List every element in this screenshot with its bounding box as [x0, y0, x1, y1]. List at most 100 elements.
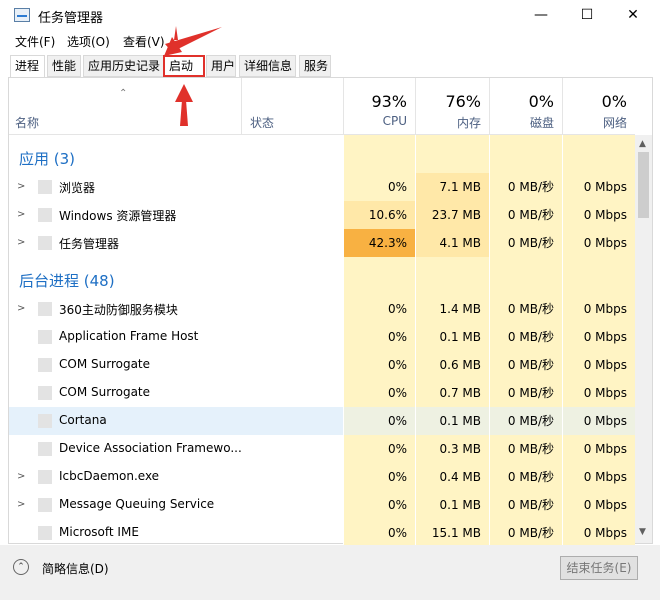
header-cpu[interactable]: 93% CPU [343, 78, 415, 134]
process-row[interactable]: Application Frame Host 0% 0.1 MB 0 MB/秒 … [9, 323, 635, 351]
cortana-icon [38, 414, 52, 428]
cpu-cell: 10.6% [343, 201, 415, 229]
chevron-right-icon[interactable]: > [17, 499, 25, 510]
menu-view[interactable]: 查看(V) [123, 33, 165, 50]
cpu-cell [343, 135, 415, 173]
maximize-button[interactable]: ☐ [564, 0, 610, 30]
footer-bar: ⌃ 简略信息(D) 结束任务(E) [0, 545, 660, 600]
process-name: Microsoft IME [59, 525, 139, 539]
table-header: ⌃ 名称 状态 93% CPU 76% 内存 0% 磁盘 0% 网络 [9, 78, 635, 135]
disk-cell: 0 MB/秒 [489, 379, 562, 407]
header-memory[interactable]: 76% 内存 [415, 78, 489, 134]
header-name[interactable]: ⌃ 名称 [9, 78, 241, 134]
process-row[interactable]: COM Surrogate 0% 0.6 MB 0 MB/秒 0 Mbps [9, 351, 635, 379]
cpu-total: 93% [371, 92, 407, 111]
memory-cell: 0.4 MB [415, 463, 489, 491]
process-row[interactable]: > Windows 资源管理器 10.6% 23.7 MB 0 MB/秒 0 M… [9, 201, 635, 229]
process-row[interactable]: > 360主动防御服务模块 0% 1.4 MB 0 MB/秒 0 Mbps [9, 295, 635, 323]
memory-cell: 7.1 MB [415, 173, 489, 201]
memory-cell: 23.7 MB [415, 201, 489, 229]
network-label: 网络 [602, 116, 627, 130]
close-button[interactable]: ✕ [610, 0, 656, 30]
end-task-button[interactable]: 结束任务(E) [560, 556, 638, 580]
process-row-selected[interactable]: Cortana 0% 0.1 MB 0 MB/秒 0 Mbps [9, 407, 635, 435]
process-name-area: > 浏览器 [9, 173, 343, 201]
process-name-area: Application Frame Host [9, 323, 343, 351]
disk-total: 0% [528, 92, 554, 111]
menu-options[interactable]: 选项(O) [67, 33, 110, 50]
tab-details[interactable]: 详细信息 [239, 55, 296, 77]
process-name: Message Queuing Service [59, 497, 215, 511]
title-bar: 任务管理器 — ☐ ✕ [0, 0, 660, 30]
memory-cell: 1.4 MB [415, 295, 489, 323]
tab-performance[interactable]: 性能 [47, 55, 81, 77]
disk-cell [489, 135, 562, 173]
window-title: 任务管理器 [38, 11, 104, 26]
process-row[interactable]: > 任务管理器 42.3% 4.1 MB 0 MB/秒 0 Mbps [9, 229, 635, 257]
scroll-up-icon[interactable]: ▲ [639, 139, 646, 149]
tab-processes[interactable]: 进程 [10, 55, 45, 78]
memory-cell: 0.7 MB [415, 379, 489, 407]
minimize-button[interactable]: — [518, 0, 564, 30]
chevron-right-icon[interactable]: > [17, 209, 25, 220]
cpu-cell: 0% [343, 379, 415, 407]
memory-label: 内存 [456, 116, 481, 130]
disk-cell: 0 MB/秒 [489, 173, 562, 201]
explorer-icon [38, 208, 52, 222]
disk-cell: 0 MB/秒 [489, 491, 562, 519]
network-cell: 0 Mbps [562, 491, 635, 519]
process-name-area: Microsoft IME [9, 519, 343, 545]
process-name-area: > Windows 资源管理器 [9, 201, 343, 229]
chevron-right-icon[interactable]: > [17, 471, 25, 482]
tab-app-history[interactable]: 应用历史记录 [83, 55, 165, 77]
disk-cell: 0 MB/秒 [489, 407, 562, 435]
network-cell: 0 Mbps [562, 201, 635, 229]
tab-services[interactable]: 服务 [299, 55, 331, 77]
cpu-cell: 42.3% [343, 229, 415, 257]
process-row[interactable]: Microsoft IME 0% 15.1 MB 0 MB/秒 0 Mbps [9, 519, 635, 545]
process-name: Application Frame Host [59, 329, 199, 343]
vertical-scrollbar[interactable]: ▲ ▼ [635, 135, 652, 543]
process-row[interactable]: COM Surrogate 0% 0.7 MB 0 MB/秒 0 Mbps [9, 379, 635, 407]
network-cell: 0 Mbps [562, 463, 635, 491]
task-manager-icon [38, 236, 52, 250]
chevron-right-icon[interactable]: > [17, 237, 25, 248]
tab-users[interactable]: 用户 [206, 55, 236, 77]
group-header-background[interactable]: 后台进程 (48) [9, 257, 635, 295]
process-row[interactable]: > IcbcDaemon.exe 0% 0.4 MB 0 MB/秒 0 Mbps [9, 463, 635, 491]
process-row[interactable]: Device Association Framewo... 0% 0.3 MB … [9, 435, 635, 463]
process-row[interactable]: > 浏览器 0% 7.1 MB 0 MB/秒 0 Mbps [9, 173, 635, 201]
app-window-icon [38, 470, 52, 484]
scroll-down-icon[interactable]: ▼ [639, 527, 646, 537]
task-manager-icon [14, 8, 30, 22]
network-cell: 0 Mbps [562, 173, 635, 201]
header-network[interactable]: 0% 网络 [562, 78, 635, 134]
process-row[interactable]: > Message Queuing Service 0% 0.1 MB 0 MB… [9, 491, 635, 519]
scrollbar-thumb[interactable] [638, 152, 649, 218]
fewer-details-link[interactable]: 简略信息(D) [42, 560, 109, 577]
header-disk[interactable]: 0% 磁盘 [489, 78, 562, 134]
app-window-icon [38, 358, 52, 372]
group-title: 后台进程 (48) [19, 272, 115, 290]
chevron-up-icon[interactable]: ⌃ [13, 559, 29, 575]
network-cell: 0 Mbps [562, 351, 635, 379]
process-name: COM Surrogate [59, 357, 151, 371]
app-window-icon [38, 498, 52, 512]
group-header-apps[interactable]: 应用 (3) [9, 135, 635, 173]
header-status-label: 状态 [250, 116, 275, 130]
chevron-right-icon[interactable]: > [17, 303, 25, 314]
disk-cell: 0 MB/秒 [489, 323, 562, 351]
network-cell: 0 Mbps [562, 295, 635, 323]
memory-cell: 0.1 MB [415, 323, 489, 351]
network-cell [562, 257, 635, 295]
header-status[interactable]: 状态 [241, 78, 343, 134]
cpu-cell: 0% [343, 173, 415, 201]
chevron-right-icon[interactable]: > [17, 181, 25, 192]
app-window-icon [38, 526, 52, 540]
network-cell: 0 Mbps [562, 229, 635, 257]
cpu-cell: 0% [343, 463, 415, 491]
tab-startup[interactable]: 启动 [163, 55, 205, 77]
disk-cell: 0 MB/秒 [489, 229, 562, 257]
menu-file[interactable]: 文件(F) [15, 33, 55, 50]
menu-bar: 文件(F) 选项(O) 查看(V) [0, 30, 660, 52]
